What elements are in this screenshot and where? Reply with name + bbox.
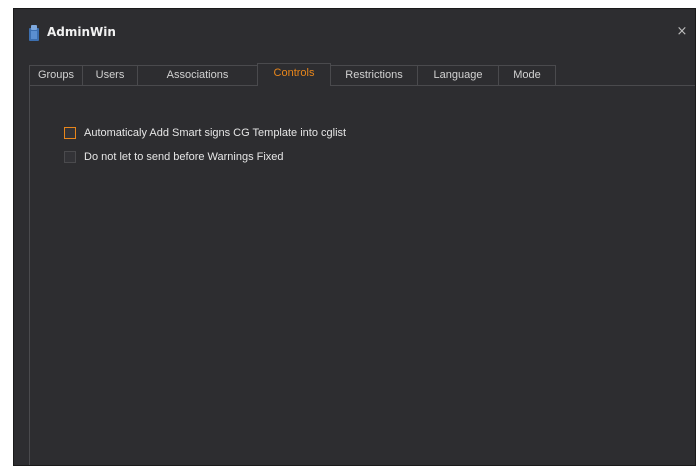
auto-add-template-label: Automaticaly Add Smart signs CG Template… (84, 127, 347, 139)
block-send-label: Do not let to send before Warnings Fixed (84, 151, 284, 163)
close-icon[interactable]: × (675, 24, 689, 40)
block-send-checkbox[interactable] (64, 151, 76, 163)
auto-add-template-option[interactable]: Automaticaly Add Smart signs CG Template… (64, 125, 346, 141)
admin-window: AdminWin × Groups Users Associations Con… (13, 8, 696, 466)
controls-panel: Automaticaly Add Smart signs CG Template… (29, 85, 695, 465)
title-bar[interactable]: AdminWin × (14, 9, 695, 55)
auto-add-template-checkbox[interactable] (64, 127, 76, 139)
tab-groups[interactable]: Groups (29, 65, 83, 85)
app-icon (29, 25, 39, 41)
tab-users[interactable]: Users (82, 65, 138, 85)
window-title: AdminWin (47, 25, 116, 39)
tab-mode[interactable]: Mode (498, 65, 556, 85)
tab-restrictions[interactable]: Restrictions (330, 65, 418, 85)
tab-language[interactable]: Language (417, 65, 499, 85)
tab-associations[interactable]: Associations (137, 65, 258, 85)
tab-strip: Groups Users Associations Controls Restr… (29, 63, 695, 86)
block-send-option[interactable]: Do not let to send before Warnings Fixed (64, 149, 284, 165)
tab-controls[interactable]: Controls (257, 63, 331, 86)
